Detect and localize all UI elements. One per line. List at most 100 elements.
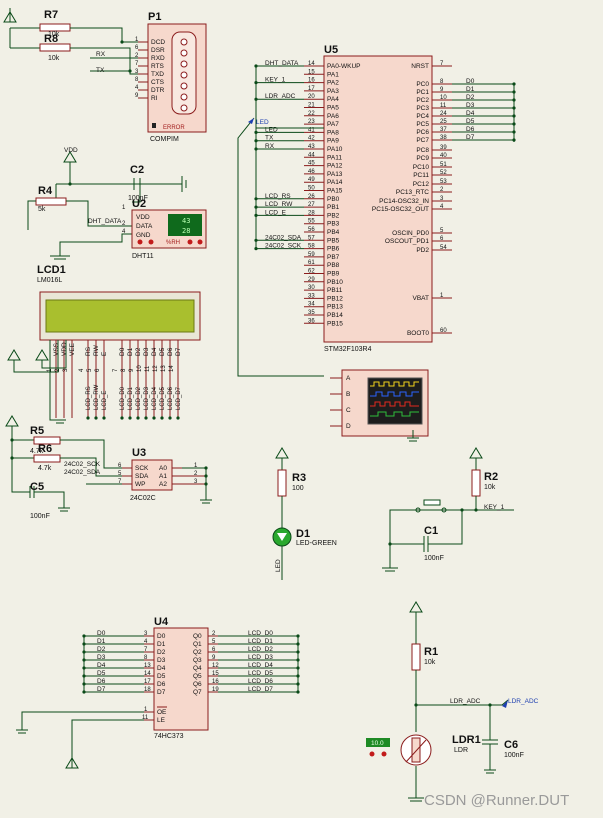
lcd1-pin-d3: D3	[143, 347, 150, 356]
r6-label: R6	[38, 443, 52, 455]
u3-pin-wp: WP	[135, 481, 145, 488]
u5-pin-number: 43	[308, 144, 315, 150]
u5-pin-number: 22	[308, 111, 315, 117]
u5-pin-number: 40	[440, 153, 447, 159]
u5-pin-pc10: PC10	[413, 164, 430, 171]
u2-unit-right: %RH	[166, 240, 180, 246]
u2-pin-data: DATA	[136, 223, 153, 230]
u5-right-nets: D0D1D2D3D4D5D6D7	[452, 78, 516, 142]
r1-resistor[interactable]	[411, 643, 421, 671]
r3-value: 100	[292, 485, 304, 492]
u5-pin-number: 11	[440, 103, 447, 109]
r8-label: R8	[44, 33, 58, 45]
u5-pin-pb8: PB8	[327, 262, 340, 269]
p1-pin-rxd: RXD	[151, 55, 165, 62]
lcd1-net-label: LCD_D1	[128, 386, 134, 410]
u4-pin-q4: Q4	[193, 665, 202, 672]
u5-data-net-label: D3	[466, 102, 475, 109]
u5-pin-number: 60	[440, 328, 447, 334]
lcd1-screen	[45, 299, 195, 333]
latch-section: U4 74HC373 D0 D03D1 D14D2 D27D3 D38D4 D413D5 D…	[16, 616, 300, 769]
u4-in-net-label: D5	[97, 670, 106, 677]
lcd1-net-dot	[144, 416, 148, 420]
u4-pin-q5: Q5	[193, 673, 202, 680]
r7-resistor[interactable]	[39, 23, 71, 32]
u4-out-net-label: LCD_D6	[248, 678, 273, 685]
u5-data-net-label: D0	[466, 78, 475, 85]
lcd1-pin-d4: D4	[151, 347, 158, 356]
r7-label: R7	[44, 9, 58, 21]
u5-pin-pa1: PA1	[327, 71, 339, 78]
u5-pin-pb15: PB15	[327, 320, 343, 327]
r8-resistor[interactable]	[39, 43, 71, 52]
u5-pin-number: 20	[308, 94, 315, 100]
u5-pin-pa11: PA11	[327, 154, 342, 161]
dht-data-net-label: DHT_DATA	[88, 218, 122, 225]
lcd1-net-label: LCD_D0	[120, 386, 126, 410]
lcd1-pins: VSS1VDD2VEE3RS4LCD_RSRW5LCD_RWE6LCD_ED07…	[47, 340, 182, 420]
u4-pin-number: 18	[144, 687, 151, 693]
vdd-label: VDD	[64, 147, 78, 154]
key-section: R2 10k KEY_1 C1 100nF	[382, 447, 514, 572]
u5-pin-pa5: PA5	[327, 105, 339, 112]
lcd1-pin-number: 14	[169, 365, 175, 372]
u5-pin-number: 33	[308, 293, 315, 299]
u4-pin-d7: D7	[157, 689, 166, 696]
u3-type: 24C02C	[130, 495, 156, 502]
u5-pin-number: 58	[308, 244, 315, 250]
u5-data-net-label: D5	[466, 118, 475, 125]
u5-type: STM32F103R4	[324, 346, 372, 353]
u5-net-label: KEY_1	[265, 77, 286, 84]
lcd1-pin-d6: D6	[167, 347, 174, 356]
u4-pin-q0: Q0	[193, 633, 202, 640]
dht11-section: VDD R4 5k DHT_DATA C2 100nF U2 DHT11 VDD…	[27, 147, 207, 260]
u5-net-label: 24C02_SDA	[265, 234, 302, 241]
p1-pin-cts: CTS	[151, 79, 165, 86]
r4-resistor[interactable]	[35, 197, 67, 206]
u5-net-label: LCD_RW	[265, 201, 293, 208]
u5-pin-pa9: PA9	[327, 138, 339, 145]
led-section: R3 100 D1 LED-GREEN LED	[272, 447, 337, 580]
key1-button[interactable]	[423, 499, 441, 506]
u5-pin-pc0: PC0	[416, 81, 429, 88]
u4-pin-q1: Q1	[193, 641, 202, 648]
u5-pin-number: 35	[308, 310, 315, 316]
r2-resistor[interactable]	[471, 469, 481, 497]
u4-pin-number: 14	[144, 671, 151, 677]
r6-resistor[interactable]	[33, 454, 61, 463]
led-net-flag	[248, 118, 254, 124]
lcd1-net-label: LCD_RS	[86, 386, 92, 410]
u5-pin-number: 42	[308, 136, 315, 142]
r2-value: 10k	[484, 484, 496, 491]
lcd1-net-dot	[152, 416, 156, 420]
lcd1-pin-vdd: VDD	[61, 342, 68, 356]
ldr1-adjust-buttons[interactable]	[369, 751, 387, 757]
u5-pin-number: 29	[308, 277, 315, 283]
ldr1-value: LDR	[454, 747, 468, 754]
r8-value: 10k	[48, 55, 60, 62]
u5-pin-number: 51	[440, 162, 447, 168]
u5-data-net-label: D2	[466, 94, 475, 101]
u5-pin-number: 28	[308, 210, 315, 216]
lcd1-pin-vss: VSS	[53, 342, 60, 356]
u5-pin-number: 54	[440, 245, 447, 251]
u4-out-net-label: LCD_D7	[248, 686, 273, 693]
ldr-adc-net-label: LDR_ADC	[450, 698, 481, 705]
u4-pin-number: 19	[212, 687, 219, 693]
u5-pin-pc7: PC7	[416, 137, 429, 144]
u5-pin-number: 52	[440, 170, 447, 176]
oscilloscope-section: A B C D	[330, 369, 429, 442]
u4-pin-d3: D3	[157, 657, 166, 664]
u5-net-label: LCD_RS	[265, 193, 291, 200]
ldr1-lux-readout: 10.0	[371, 740, 384, 747]
u4-out-net-label: LCD_D5	[248, 670, 273, 677]
u5-pin-pc4: PC4	[416, 113, 429, 120]
r3-resistor[interactable]	[277, 469, 287, 497]
u4-pin-d5: D5	[157, 673, 166, 680]
lcd1-pin-rw: RW	[93, 344, 100, 356]
u4-out-net-label: LCD_D3	[248, 654, 273, 661]
u5-pin-pb5: PB5	[327, 237, 340, 244]
lcd1-pin-number: 10	[137, 365, 143, 372]
watermark: CSDN @Runner.DUT	[424, 792, 569, 809]
c5-label: C5	[30, 481, 44, 493]
